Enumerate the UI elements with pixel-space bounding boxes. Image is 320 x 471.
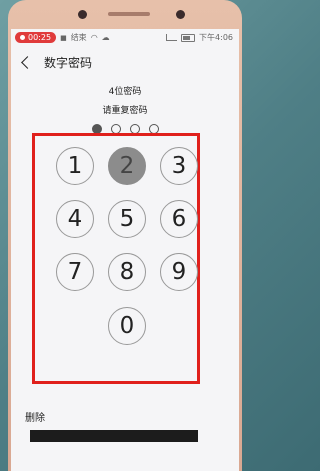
wifi-icon: ◠ [90, 33, 98, 42]
battery-icon [181, 33, 196, 42]
page-title: 数字密码 [44, 55, 93, 70]
recording-time: 00:25 [28, 33, 52, 42]
repeat-pin-label: 请重复密码 [102, 106, 148, 116]
notification-icon: ☁ [101, 33, 110, 42]
key-1[interactable]: 1 [56, 147, 94, 185]
recording-pill[interactable]: 00:25 [15, 32, 57, 43]
proximity-sensor [176, 10, 185, 19]
key-8[interactable]: 8 [108, 253, 146, 291]
key-6[interactable]: 6 [160, 200, 198, 238]
header: 数字密码 [11, 46, 239, 78]
stop-icon: ■ [60, 33, 67, 42]
keypad-highlight-box: 1 2 3 4 5 6 7 8 9 0 [32, 133, 200, 384]
signal-icon [166, 34, 178, 41]
key-3[interactable]: 3 [160, 147, 198, 185]
back-arrow-icon[interactable] [21, 55, 34, 69]
pin-length-label: 4位密码 [108, 87, 142, 97]
clock: 下午4:06 [199, 33, 233, 42]
status-left: 00:25 ■ 结束 ◠ ☁ [15, 32, 110, 43]
status-bar: 00:25 ■ 结束 ◠ ☁ 下午4:06 [11, 29, 239, 46]
front-camera [78, 10, 87, 19]
key-9[interactable]: 9 [160, 253, 198, 291]
speaker-grille [108, 12, 150, 16]
end-label[interactable]: 结束 [71, 32, 87, 43]
key-2[interactable]: 2 [108, 147, 146, 185]
key-7[interactable]: 7 [56, 253, 94, 291]
delete-button[interactable]: 删除 [25, 409, 45, 424]
navigation-bar [30, 430, 198, 442]
key-4[interactable]: 4 [56, 200, 94, 238]
recording-dot-icon [20, 35, 25, 40]
status-right: 下午4:06 [166, 32, 233, 43]
key-5[interactable]: 5 [108, 200, 146, 238]
key-0[interactable]: 0 [108, 307, 146, 345]
